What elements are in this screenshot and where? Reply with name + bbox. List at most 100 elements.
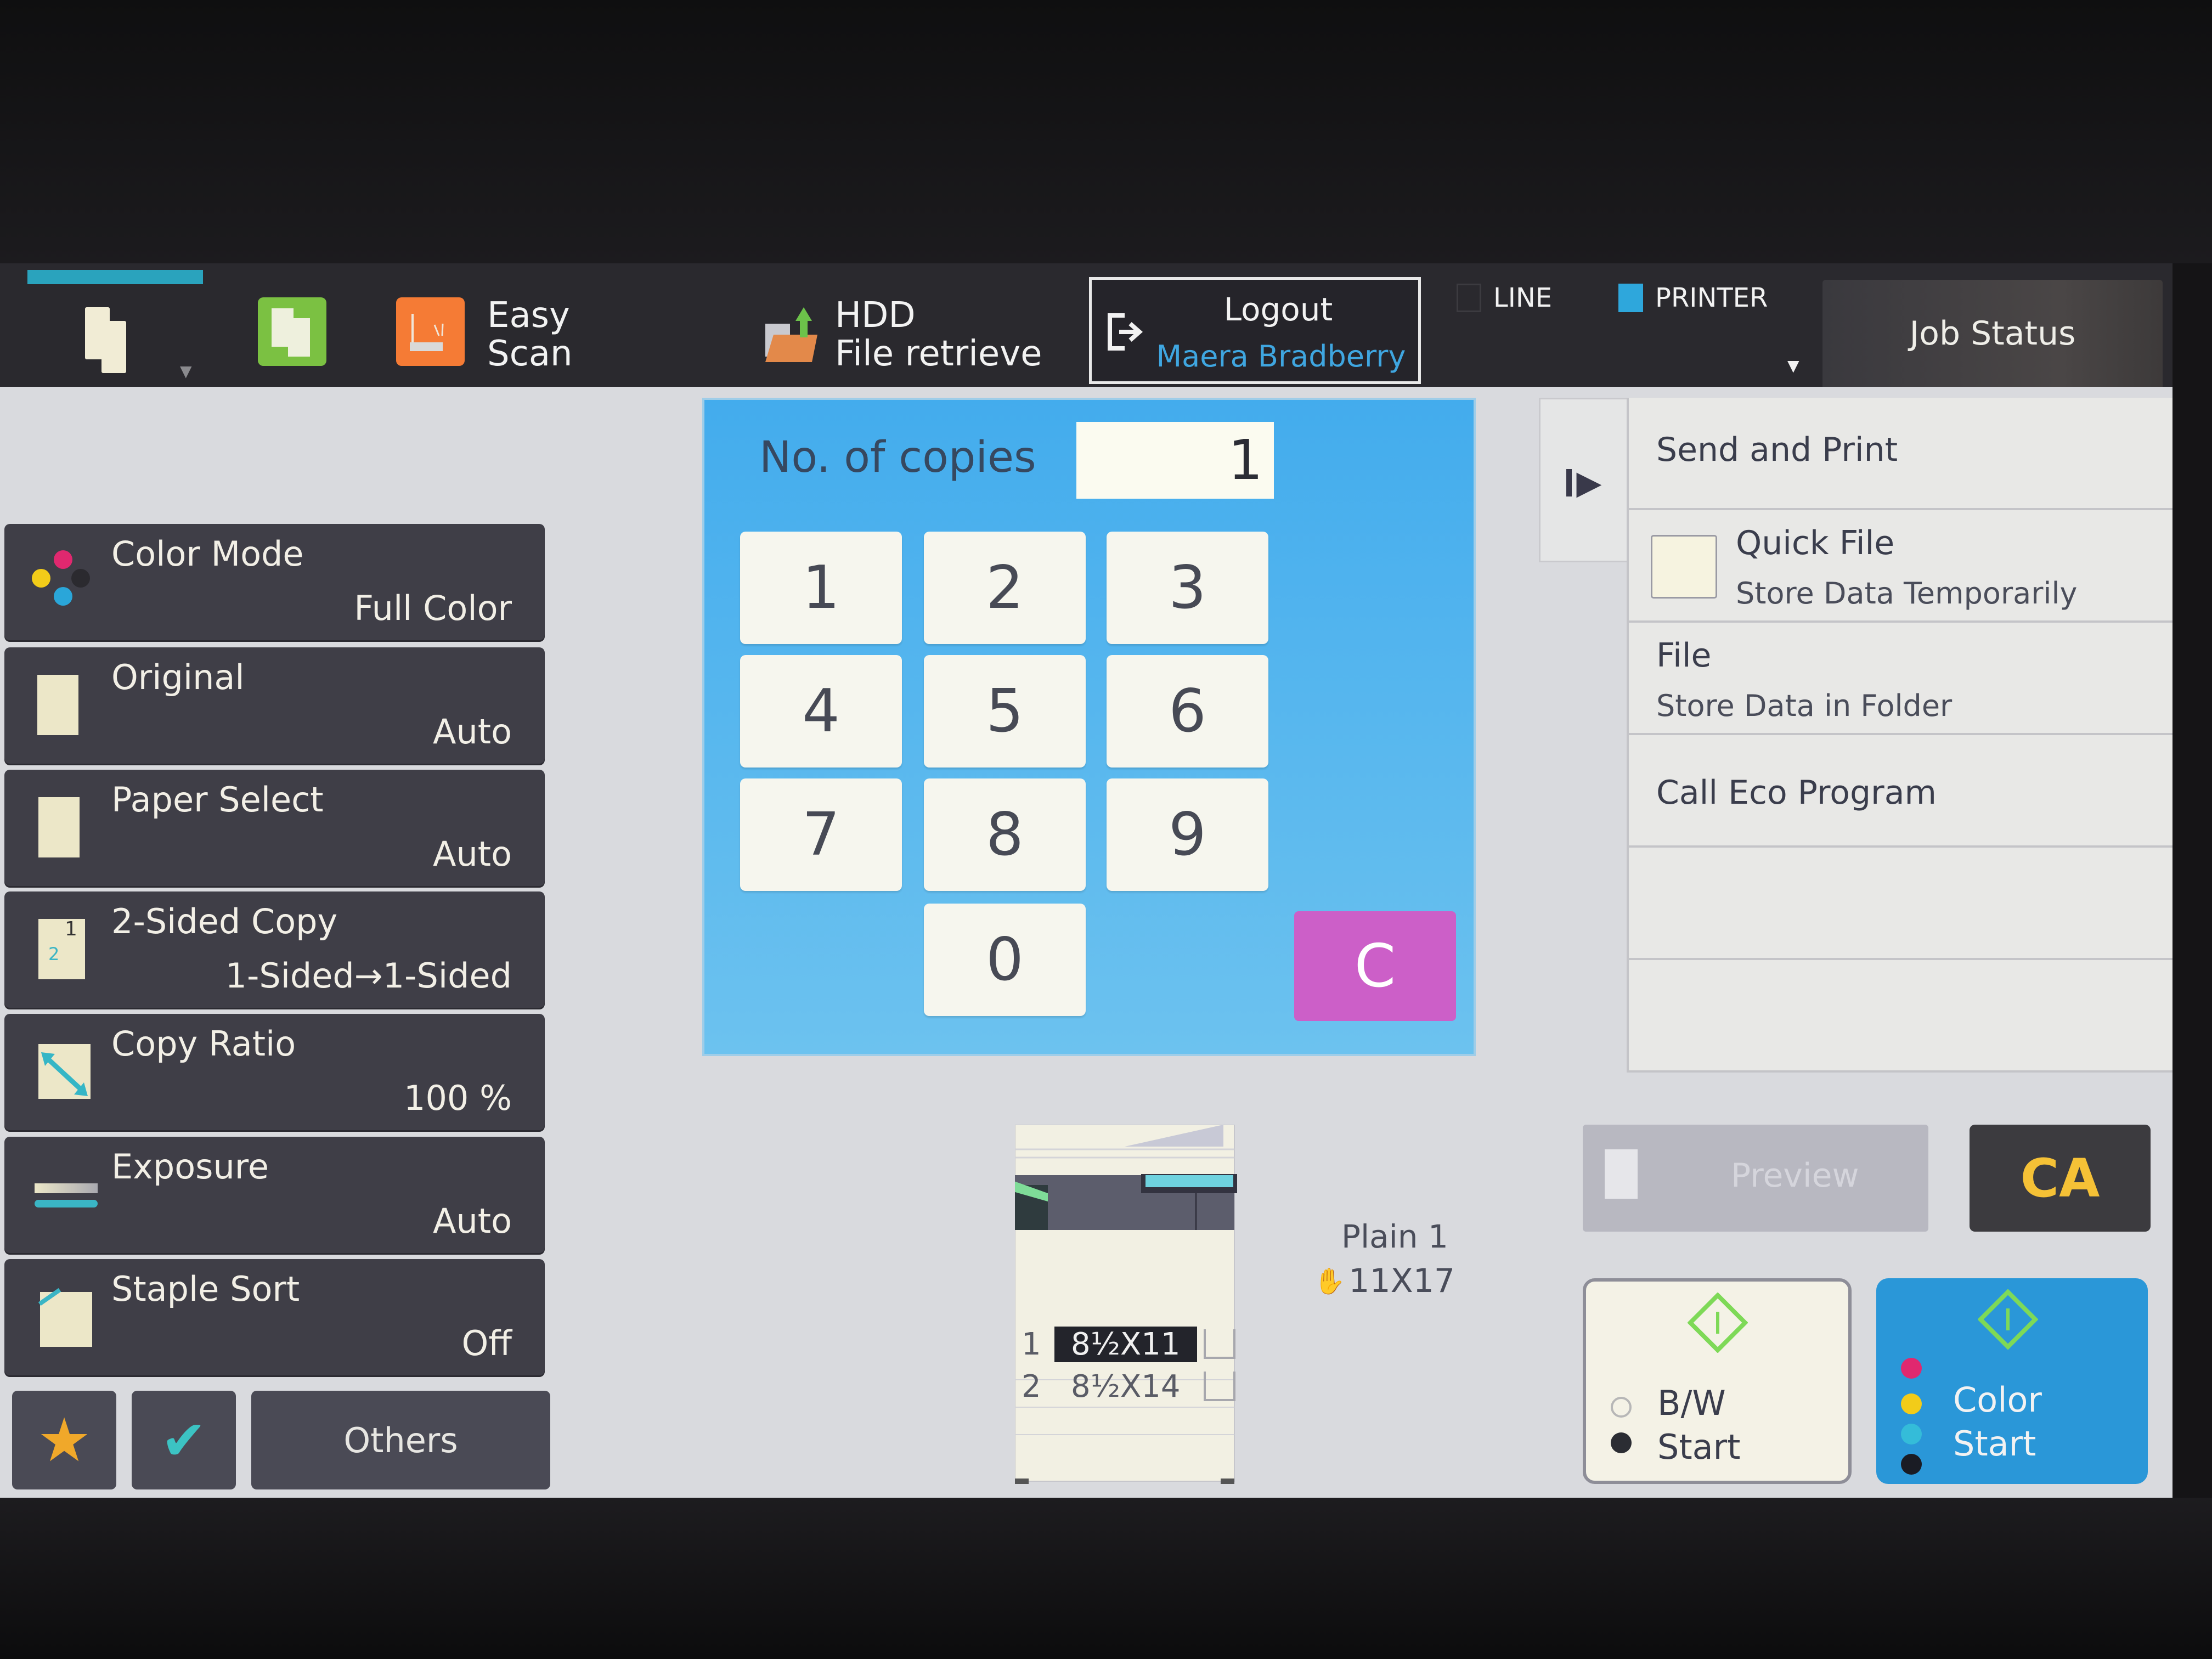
color-start-button[interactable]: Color Start <box>1876 1278 2148 1484</box>
magenta-dot-icon <box>1901 1358 1922 1379</box>
tray-2-paper-icon <box>1203 1372 1235 1401</box>
key-1[interactable]: 1 <box>740 532 902 644</box>
favorites-button[interactable]: ★ <box>12 1391 116 1489</box>
start-diamond-icon <box>1978 1289 2038 1350</box>
staple-icon <box>26 1281 92 1352</box>
menu-empty-1 <box>1627 848 2172 960</box>
easy-scan-label-line2: Scan <box>487 334 573 374</box>
bypass-tray[interactable]: ✋ 11X17 <box>1314 1262 1455 1300</box>
easy-scan-label-line1: Easy <box>487 295 570 336</box>
touch-screen: ▼ Easy Scan HDD File retrieve Logout Mae… <box>0 263 2172 1498</box>
exposure-label: Exposure <box>111 1147 269 1187</box>
copy-mode-button[interactable] <box>258 297 326 366</box>
key-5[interactable]: 5 <box>924 655 1086 768</box>
original-button[interactable]: Original Auto <box>4 647 545 764</box>
paper-select-button[interactable]: Paper Select Auto <box>4 770 545 886</box>
quick-file-checkbox[interactable] <box>1651 535 1717 599</box>
hdd-file-retrieve-button[interactable]: HDD File retrieve <box>835 296 1042 373</box>
two-sided-copy-label: 2-Sided Copy <box>111 901 338 941</box>
copy-ratio-button[interactable]: Copy Ratio 100 % <box>4 1014 545 1130</box>
printer-indicator: PRINTER <box>1618 283 1768 313</box>
color-start-label-line1: Color <box>1953 1380 2042 1420</box>
key-6[interactable]: 6 <box>1107 655 1268 768</box>
original-value: Auto <box>433 712 512 752</box>
job-status-button[interactable]: Job Status <box>1822 280 2163 387</box>
cyan-dot-icon <box>1901 1424 1922 1444</box>
color-mode-button[interactable]: Color Mode Full Color <box>4 524 545 640</box>
staple-sort-button[interactable]: Staple Sort Off <box>4 1259 545 1375</box>
key-7[interactable]: 7 <box>740 778 902 891</box>
others-button[interactable]: Others <box>251 1391 550 1489</box>
paper-icon <box>26 792 92 863</box>
hdd-label-line1: HDD <box>835 295 916 336</box>
copies-input[interactable]: 1 <box>1076 422 1274 499</box>
tray-2[interactable]: 2 8½X14 <box>1022 1367 1235 1406</box>
color-mode-value: Full Color <box>354 588 512 628</box>
key-9[interactable]: 9 <box>1107 778 1268 891</box>
easy-scan-button[interactable]: Easy Scan <box>487 296 573 373</box>
exposure-button[interactable]: Exposure Auto <box>4 1137 545 1253</box>
menu-file-label: File <box>1656 636 1712 675</box>
key-2[interactable]: 2 <box>924 532 1086 644</box>
mode-switch-button[interactable] <box>77 302 143 379</box>
tray-2-size: 8½X14 <box>1071 1368 1181 1404</box>
copy-ratio-label: Copy Ratio <box>111 1024 296 1064</box>
staple-sort-value: Off <box>461 1323 512 1363</box>
check-settings-button[interactable]: ✔ <box>132 1391 236 1489</box>
tray-1[interactable]: 1 8½X11 <box>1022 1325 1235 1363</box>
status-dropdown-arrow[interactable]: ▼ <box>1787 357 1799 375</box>
paper-select-value: Auto <box>433 834 512 874</box>
menu-empty-2 <box>1627 960 2172 1073</box>
bw-start-label-line2: Start <box>1657 1427 1741 1467</box>
clear-button[interactable]: C <box>1294 911 1456 1021</box>
copy-ratio-value: 100 % <box>404 1078 512 1118</box>
color-dots-icon <box>26 546 92 617</box>
tray-1-paper-icon <box>1203 1329 1235 1359</box>
menu-quick-file[interactable]: Quick File Store Data Temporarily <box>1627 510 2172 623</box>
printer-status-icon <box>1618 284 1643 312</box>
logout-button[interactable]: Logout Maera Bradberry <box>1089 277 1421 384</box>
two-sided-copy-button[interactable]: 1 2 2-Sided Copy 1-Sided→1-Sided <box>4 891 545 1008</box>
copies-keypad-panel: No. of copies 1 1 2 3 4 5 6 7 8 9 0 C <box>702 398 1476 1056</box>
paper-select-label: Paper Select <box>111 780 324 820</box>
menu-file[interactable]: File Store Data in Folder <box>1627 623 2172 735</box>
machine-illustration <box>1009 1124 1245 1487</box>
black-dot-icon <box>1901 1454 1922 1475</box>
active-mode-indicator <box>27 270 203 284</box>
yellow-dot-icon <box>1901 1393 1922 1414</box>
checkmark-icon: ✔ <box>161 1408 207 1472</box>
preview-button[interactable]: Preview <box>1583 1125 1928 1232</box>
header-bar: ▼ Easy Scan HDD File retrieve Logout Mae… <box>0 263 2172 387</box>
tray-2-number: 2 <box>1022 1368 1041 1404</box>
key-3[interactable]: 3 <box>1107 532 1268 644</box>
menu-call-eco-program-label: Call Eco Program <box>1656 774 1937 812</box>
original-label: Original <box>111 657 245 697</box>
bw-start-button[interactable]: B/W Start <box>1583 1278 1852 1484</box>
device-bezel-top <box>0 0 2212 263</box>
menu-call-eco-program[interactable]: Call Eco Program <box>1627 735 2172 848</box>
clear-all-button[interactable]: CA <box>1970 1125 2151 1232</box>
folder-upload-icon[interactable] <box>763 307 817 368</box>
menu-file-sub: Store Data in Folder <box>1656 689 1953 723</box>
menu-send-and-print[interactable]: Send and Print <box>1627 398 2172 510</box>
color-mode-label: Color Mode <box>111 534 304 574</box>
hdd-label-line2: File retrieve <box>835 334 1042 374</box>
easy-scan-icon[interactable] <box>396 297 465 366</box>
document-icon <box>26 669 92 741</box>
bypass-paper-size: 11X17 <box>1348 1262 1455 1300</box>
exposure-value: Auto <box>433 1201 512 1241</box>
key-4[interactable]: 4 <box>740 655 902 768</box>
key-8[interactable]: 8 <box>924 778 1086 891</box>
ratio-icon <box>26 1036 92 1107</box>
star-icon: ★ <box>37 1405 92 1475</box>
printer-indicator-label: PRINTER <box>1655 283 1768 313</box>
color-start-label-line2: Start <box>1953 1424 2036 1464</box>
preview-icon <box>1605 1149 1638 1199</box>
staple-sort-label: Staple Sort <box>111 1269 300 1309</box>
expand-menu-button[interactable]: ▶ <box>1539 398 1629 562</box>
device-bezel-bottom <box>0 1498 2212 1659</box>
mode-dropdown-arrow[interactable]: ▼ <box>180 362 192 380</box>
key-0[interactable]: 0 <box>924 904 1086 1016</box>
menu-quick-file-sub: Store Data Temporarily <box>1736 576 2078 611</box>
line-status-icon <box>1457 284 1481 312</box>
